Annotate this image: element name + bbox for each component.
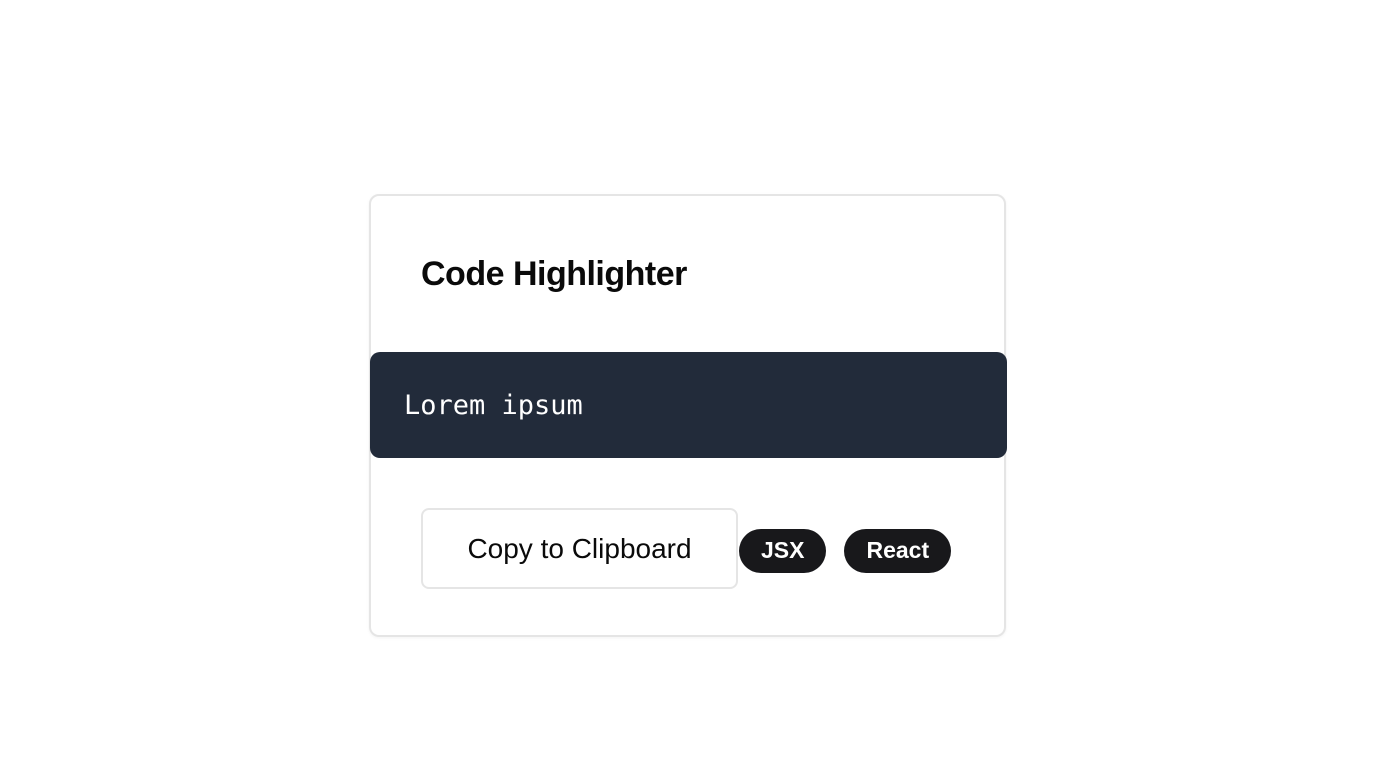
code-text: Lorem ipsum [404,389,583,421]
tag-react: React [844,528,952,573]
code-highlighter-card: Code Highlighter Lorem ipsum Copy to Cli… [369,194,1007,637]
card-actions: Copy to Clipboard JSX React [421,508,952,589]
tag-jsx: JSX [739,528,827,573]
card-title: Code Highlighter [421,255,687,293]
copy-to-clipboard-button[interactable]: Copy to Clipboard [421,508,738,589]
code-block: Lorem ipsum [370,352,1007,458]
tag-list: JSX React [739,528,952,573]
